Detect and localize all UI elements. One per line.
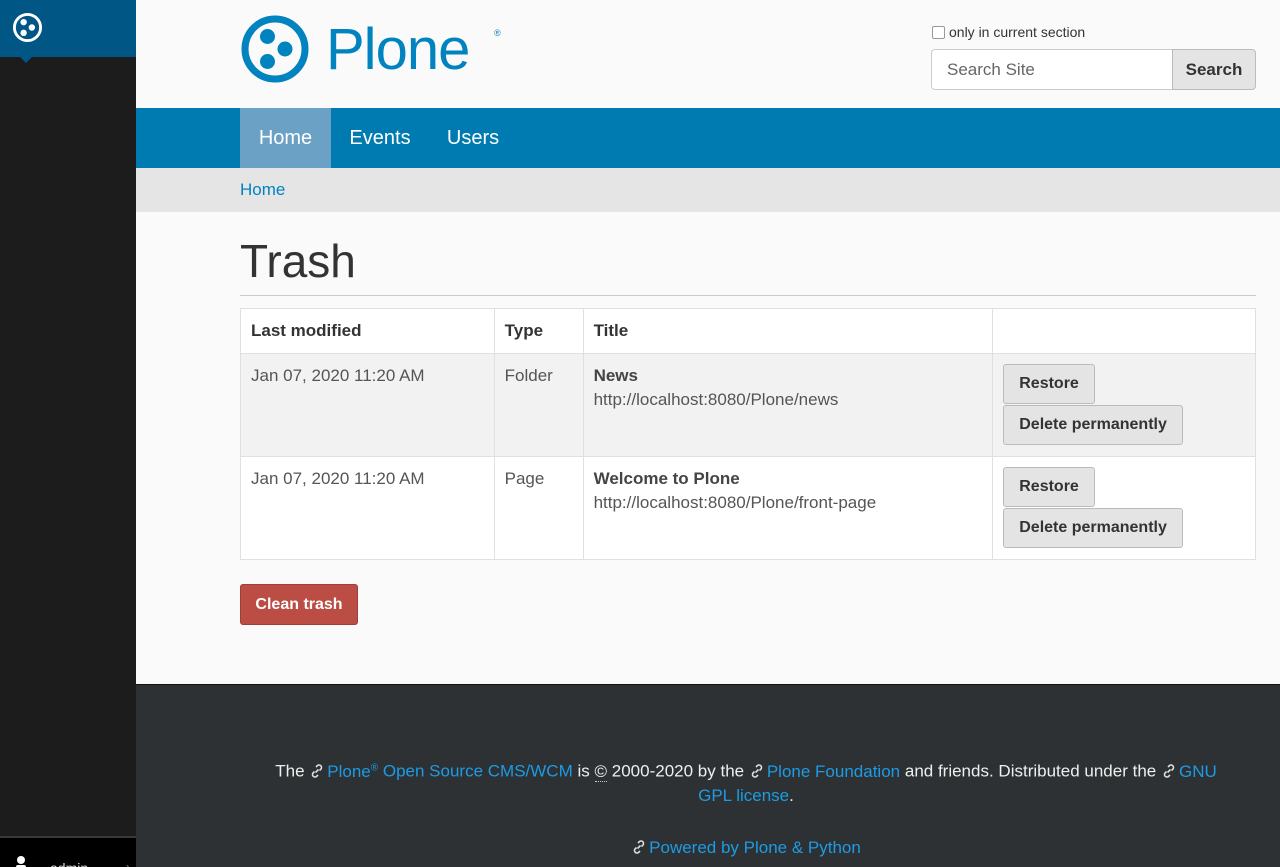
footer-text-the: The xyxy=(275,761,305,781)
footer-cms-link[interactable]: Open Source CMS/WCM xyxy=(383,762,573,781)
logo-wordmark: Plone xyxy=(326,17,470,82)
link-icon xyxy=(312,763,323,778)
footer-copyright-symbol: © xyxy=(594,761,608,782)
powered-by-link[interactable]: Powered by Plone & Python xyxy=(631,838,861,857)
main-navigation: Home Events Users xyxy=(136,108,1280,168)
item-url: http://localhost:8080/Plone/front-page xyxy=(593,493,877,512)
delete-permanently-button[interactable]: Delete permanently xyxy=(1003,405,1183,445)
cell-title: News http://localhost:8080/Plone/news xyxy=(582,353,994,457)
toolbar-user-menu[interactable]: admin › xyxy=(0,836,136,867)
search-scope-option[interactable]: only in current section xyxy=(932,24,1085,40)
search-scope-checkbox[interactable] xyxy=(932,26,945,39)
search-button[interactable]: Search xyxy=(1172,49,1256,90)
cell-last-modified: Jan 07, 2020 11:20 AM xyxy=(240,353,495,457)
footer-powered-by: Powered by Plone & Python xyxy=(256,838,1236,858)
cell-last-modified: Jan 07, 2020 11:20 AM xyxy=(240,456,495,560)
cell-actions: Restore Delete permanently xyxy=(992,456,1256,560)
footer-plone-link[interactable]: Plone® xyxy=(309,762,378,781)
table-header-row: Last modified Type Title xyxy=(240,308,1256,354)
chevron-right-icon: › xyxy=(126,860,130,867)
toolbar-logo-button[interactable] xyxy=(0,0,136,63)
footer-text-friends: and friends. Distributed under the xyxy=(904,761,1157,781)
trash-table: Last modified Type Title Jan 07, 2020 11… xyxy=(240,308,1256,560)
column-header-type: Type xyxy=(493,308,584,354)
search-input[interactable] xyxy=(931,49,1173,90)
toolbar-user-name: admin xyxy=(50,860,88,867)
table-row: Jan 07, 2020 11:20 AM Page Welcome to Pl… xyxy=(240,456,1256,560)
footer-period: . xyxy=(789,785,794,805)
nav-item-events[interactable]: Events xyxy=(331,108,429,168)
logo-registered-mark: ® xyxy=(494,28,501,38)
clean-trash-button[interactable]: Clean trash xyxy=(240,584,358,625)
plone-logo-icon xyxy=(12,12,43,43)
footer-registered-mark: ® xyxy=(370,762,379,773)
table-row: Jan 07, 2020 11:20 AM Folder News http:/… xyxy=(240,353,1256,457)
footer-plone-label: Plone xyxy=(327,761,371,781)
restore-button[interactable]: Restore xyxy=(1003,364,1095,404)
restore-button[interactable]: Restore xyxy=(1003,467,1095,507)
site-logo[interactable]: Plone ® xyxy=(240,14,510,84)
link-icon xyxy=(751,763,763,778)
title-divider xyxy=(240,295,1256,296)
nav-item-home[interactable]: Home xyxy=(240,108,331,168)
cell-type: Folder xyxy=(493,353,584,457)
footer-text-is: is xyxy=(577,761,590,781)
column-header-title: Title xyxy=(582,308,994,354)
item-title: Welcome to Plone xyxy=(593,469,740,488)
link-icon xyxy=(633,840,645,854)
column-header-actions xyxy=(992,308,1256,354)
column-header-last-modified: Last modified xyxy=(240,308,495,354)
cell-type: Page xyxy=(493,456,584,560)
footer-colophon: The Plone® Open Source CMS/WCM is © 2000… xyxy=(256,756,1236,808)
cell-title: Welcome to Plone http://localhost:8080/P… xyxy=(582,456,994,560)
delete-permanently-button[interactable]: Delete permanently xyxy=(1003,508,1183,548)
site-footer: The Plone® Open Source CMS/WCM is © 2000… xyxy=(136,684,1280,867)
site-header: Plone ® only in current section Search xyxy=(136,0,1280,108)
plone-logo-icon xyxy=(241,15,309,83)
cell-actions: Restore Delete permanently xyxy=(992,353,1256,457)
item-url: http://localhost:8080/Plone/news xyxy=(593,390,839,409)
item-title: News xyxy=(593,366,638,385)
footer-foundation-label: Plone Foundation xyxy=(766,761,901,781)
link-icon xyxy=(1163,763,1175,778)
page-title: Trash xyxy=(240,235,356,287)
user-icon xyxy=(16,856,26,867)
footer-text-years: 2000-2020 by the xyxy=(611,761,745,781)
search-scope-label: only in current section xyxy=(949,24,1086,40)
nav-item-users[interactable]: Users xyxy=(429,108,517,168)
breadcrumb-home-link[interactable]: Home xyxy=(240,180,285,200)
powered-by-label: Powered by Plone & Python xyxy=(649,838,861,857)
footer-foundation-link[interactable]: Plone Foundation xyxy=(749,762,900,781)
plone-toolbar: admin › xyxy=(0,0,136,867)
breadcrumb: Home xyxy=(136,168,1280,212)
toolbar-caret xyxy=(20,57,32,63)
